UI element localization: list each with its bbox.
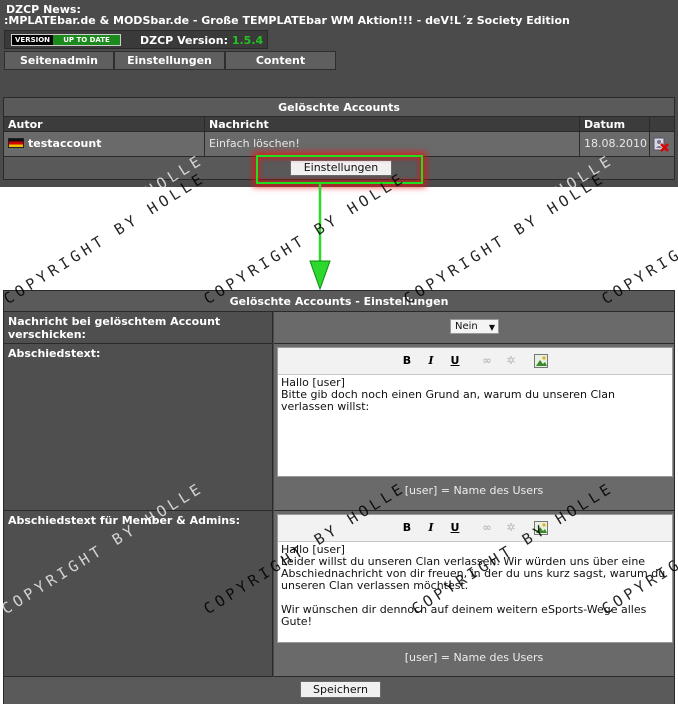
nav-seitenadmin[interactable]: Seitenadmin xyxy=(4,51,114,70)
version-label-text: DZCP Version: xyxy=(140,34,228,47)
version-badge-status: UP TO DATE xyxy=(53,35,120,45)
member-toolbar: B I U ∞ ✲ xyxy=(278,515,672,542)
version-label: DZCP Version: 1.5.4 xyxy=(140,34,263,47)
version-bar: VERSION UP TO DATE DZCP Version: 1.5.4 xyxy=(4,30,268,49)
delete-user-icon[interactable] xyxy=(653,136,669,152)
deleted-accounts-title: Gelöschte Accounts xyxy=(4,98,674,117)
notify-select-value: Nein xyxy=(455,321,478,332)
highlight-frame xyxy=(256,155,423,184)
table-row: testaccount Einfach löschen! 18.08.2010 xyxy=(4,132,674,157)
member-label: Abschiedstext für Member & Admins: xyxy=(4,511,273,677)
link-icon[interactable]: ∞ xyxy=(480,354,494,368)
member-cell: B I U ∞ ✲ Hallo [user] Leider willst du … xyxy=(274,511,674,677)
autor-name[interactable]: testaccount xyxy=(28,137,101,150)
insert-image-icon[interactable] xyxy=(534,354,548,368)
nav-einstellungen[interactable]: Einstellungen xyxy=(114,51,225,70)
chevron-down-icon: ▼ xyxy=(488,323,495,332)
col-autor: Autor xyxy=(4,117,205,131)
farewell-hint: [user] = Name des Users xyxy=(404,484,544,497)
farewell-cell: B I U ∞ ✲ Hallo [user] Bitte gib doch no… xyxy=(274,344,674,511)
underline-button[interactable]: U xyxy=(448,354,462,368)
arrow-down-icon xyxy=(309,183,331,291)
col-datum: Datum xyxy=(580,117,650,131)
farewell-toolbar: B I U ∞ ✲ xyxy=(278,348,672,375)
notify-label: Nachricht bei gelöschtem Account verschi… xyxy=(4,312,273,344)
watermark: COPYRIGHT BY HOLLE xyxy=(0,168,209,308)
row-nachricht: Einfach löschen! xyxy=(205,132,580,156)
notify-select[interactable]: Nein ▼ xyxy=(450,319,499,334)
bold-button[interactable]: B xyxy=(400,354,414,368)
italic-button[interactable]: I xyxy=(424,521,438,535)
admin-nav: Seitenadmin Einstellungen Content xyxy=(4,51,336,70)
italic-button[interactable]: I xyxy=(424,354,438,368)
insert-image-icon[interactable] xyxy=(534,521,548,535)
watermark: COPYRIGHT BY HOLLE xyxy=(400,168,609,308)
version-badge: VERSION UP TO DATE xyxy=(11,34,121,46)
news-ticker[interactable]: :MPLATEbar.de & MODSbar.de - Große TEMPL… xyxy=(4,14,570,27)
row-datum: 18.08.2010 xyxy=(580,132,650,156)
country-flag-icon xyxy=(8,138,24,148)
link-icon[interactable]: ∞ xyxy=(480,521,494,535)
underline-button[interactable]: U xyxy=(448,521,462,535)
col-nachricht: Nachricht xyxy=(205,117,580,131)
col-actions xyxy=(650,117,674,131)
watermark: COPYRIGHT BY HOLLE xyxy=(598,168,678,308)
settings-title: Gelöschte Accounts - Einstellungen xyxy=(4,291,674,312)
member-textarea[interactable]: Hallo [user] Leider willst du unseren Cl… xyxy=(278,542,672,630)
save-button[interactable]: Speichern xyxy=(300,681,381,698)
row-actions xyxy=(650,132,674,156)
unlink-icon[interactable]: ✲ xyxy=(504,521,518,535)
member-hint: [user] = Name des Users xyxy=(404,651,544,664)
notify-cell: Nein ▼ xyxy=(274,312,674,344)
watermark: COPYRIGHT BY HOLLE xyxy=(200,168,409,308)
version-badge-label: VERSION xyxy=(12,35,54,45)
bold-button[interactable]: B xyxy=(400,521,414,535)
row-autor: testaccount xyxy=(4,132,205,156)
table-header-row: Autor Nachricht Datum xyxy=(4,117,674,132)
settings-footer: Speichern xyxy=(4,677,674,704)
farewell-label: Abschiedstext: xyxy=(4,344,273,511)
nav-content[interactable]: Content xyxy=(225,51,336,70)
farewell-textarea[interactable]: Hallo [user] Bitte gib doch noch einen G… xyxy=(278,375,672,415)
farewell-editor: B I U ∞ ✲ Hallo [user] Bitte gib doch no… xyxy=(277,347,673,477)
settings-section: Gelöschte Accounts - Einstellungen Nachr… xyxy=(3,290,675,704)
version-number: 1.5.4 xyxy=(231,34,264,47)
member-editor: B I U ∞ ✲ Hallo [user] Leider willst du … xyxy=(277,514,673,643)
unlink-icon[interactable]: ✲ xyxy=(504,354,518,368)
